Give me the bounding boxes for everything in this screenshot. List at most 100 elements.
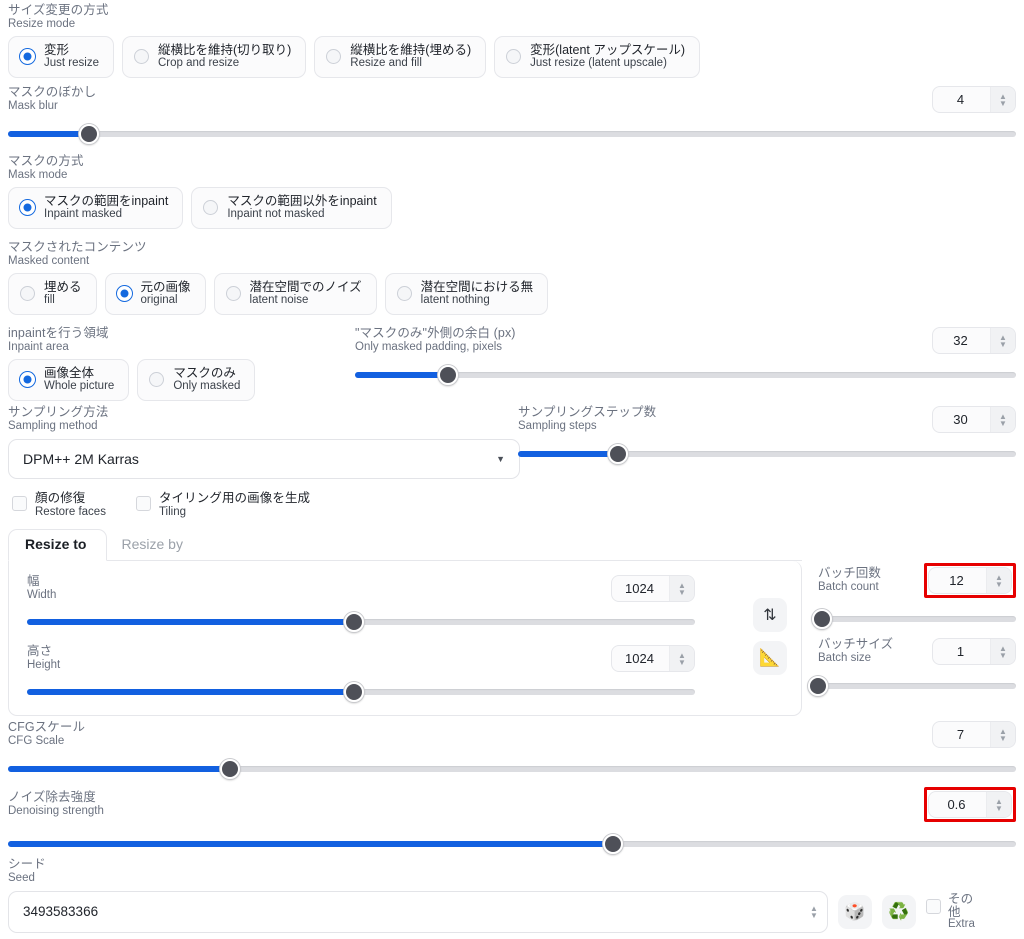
slider-fill xyxy=(8,131,89,137)
slider-thumb[interactable] xyxy=(344,682,365,702)
swap-vertical-icon: ⇅ xyxy=(763,607,777,624)
radio-icon[interactable] xyxy=(20,286,35,302)
slider-thumb[interactable] xyxy=(437,365,458,385)
radio-icon[interactable] xyxy=(506,49,522,65)
sampling-steps-number-input[interactable]: 30 ▲ ▼ xyxy=(932,406,1016,433)
batch-count-number-input[interactable]: 12 ▲ ▼ xyxy=(928,567,1012,594)
restore-faces-checkbox[interactable]: 顔の修復 Restore faces xyxy=(12,491,106,518)
mask-blur-label: マスクのぼかし Mask blur xyxy=(8,85,97,112)
slider-thumb[interactable] xyxy=(219,759,240,779)
slider-thumb[interactable] xyxy=(811,609,832,629)
chevron-down-icon[interactable]: ▼ xyxy=(496,454,505,464)
tab-resize-by[interactable]: Resize by xyxy=(107,530,204,560)
option-label-ja: 変形(latent アップスケール) xyxy=(530,42,686,57)
sampling-steps-value: 30 xyxy=(953,412,968,427)
stepper-icon[interactable]: ▲ ▼ xyxy=(990,407,1015,432)
stepper-icon[interactable]: ▲ ▼ xyxy=(986,792,1011,817)
radio-icon[interactable] xyxy=(20,200,35,216)
slider-track xyxy=(818,683,1016,689)
only-masked-padding-slider[interactable] xyxy=(355,365,1016,385)
resize-mode-option-resize-and-fill[interactable]: 縦横比を維持(埋める) Resize and fill xyxy=(314,35,487,78)
stepper-icon[interactable]: ▲ ▼ xyxy=(801,904,827,919)
batch-size-number-input[interactable]: 1 ▲ ▼ xyxy=(932,638,1016,665)
cfg-scale-number-input[interactable]: 7 ▲ ▼ xyxy=(932,721,1016,748)
radio-icon[interactable] xyxy=(203,200,219,216)
slider-thumb[interactable] xyxy=(344,612,365,632)
slider-thumb[interactable] xyxy=(808,676,828,696)
inpaint-area-option-only-masked[interactable]: マスクのみ Only masked xyxy=(137,358,256,401)
option-label-en: Just resize xyxy=(44,57,99,70)
resize-tabs: Resize to Resize by 幅 Width 1024 ▲ ▼ 高さ … xyxy=(8,528,802,716)
tiling-checkbox[interactable]: タイリング用の画像を生成 Tiling xyxy=(135,491,310,518)
masked-content-option-fill[interactable]: 埋める fill xyxy=(8,272,97,315)
slider-fill xyxy=(8,766,230,772)
swap-dimensions-button[interactable]: ⇅ xyxy=(753,598,787,632)
stepper-icon[interactable]: ▲ ▼ xyxy=(669,576,694,601)
stepper-icon[interactable]: ▲ ▼ xyxy=(990,722,1015,747)
resize-mode-group: サイズ変更の方式 Resize mode 変形 Just resize 縦横比を… xyxy=(8,3,1016,78)
aspect-ratio-button[interactable]: 📐 xyxy=(753,641,787,675)
random-seed-button[interactable]: 🎲 xyxy=(838,894,872,929)
batch-size-slider[interactable] xyxy=(808,676,1016,696)
stepper-icon[interactable]: ▲ ▼ xyxy=(986,568,1011,593)
checkbox-icon[interactable] xyxy=(926,899,941,915)
resize-mode-option-crop-and-resize[interactable]: 縦横比を維持(切り取り) Crop and resize xyxy=(121,35,307,78)
masked-content-options: 埋める fill 元の画像 original 潜在空間でのノイズ latent … xyxy=(8,272,549,315)
slider-fill xyxy=(518,451,618,457)
batch-count-slider[interactable] xyxy=(811,609,1016,629)
option-label-en: Whole picture xyxy=(44,380,115,393)
cfg-scale-slider[interactable] xyxy=(8,759,1016,779)
batch-count-label: バッチ回数 Batch count xyxy=(818,566,882,593)
width-number-input[interactable]: 1024 ▲ ▼ xyxy=(611,575,695,602)
resize-mode-option-latent-upscale[interactable]: 変形(latent アップスケール) Just resize (latent u… xyxy=(494,35,701,78)
img2img-settings-page: サイズ変更の方式 Resize mode 変形 Just resize 縦横比を… xyxy=(0,0,1024,939)
tab-resize-to[interactable]: Resize to xyxy=(8,529,108,561)
checkbox-icon[interactable] xyxy=(12,496,27,511)
option-label-en: latent noise xyxy=(249,294,309,307)
width-slider[interactable] xyxy=(27,612,695,632)
only-masked-padding-number-input[interactable]: 32 ▲ ▼ xyxy=(932,327,1016,354)
mask-mode-option-inpaint-not-masked[interactable]: マスクの範囲以外をinpaint Inpaint not masked xyxy=(191,186,392,229)
slider-thumb[interactable] xyxy=(78,124,99,144)
slider-thumb[interactable] xyxy=(607,444,628,464)
batch-size-label: バッチサイズ Batch size xyxy=(818,637,894,664)
only-masked-padding-label: "マスクのみ"外側の余白 (px) Only masked padding, p… xyxy=(355,326,516,353)
seed-input[interactable]: 3493583366 ▲ ▼ xyxy=(8,890,828,933)
stepper-icon[interactable]: ▲ ▼ xyxy=(669,646,694,671)
inpaint-area-label: inpaintを行う領域 Inpaint area xyxy=(8,326,109,353)
radio-icon[interactable] xyxy=(20,49,35,65)
masked-content-option-latent-nothing[interactable]: 潜在空間における無 latent nothing xyxy=(384,272,549,315)
denoising-strength-number-input[interactable]: 0.6 ▲ ▼ xyxy=(928,791,1012,818)
masked-content-option-original[interactable]: 元の画像 original xyxy=(104,272,206,315)
denoising-strength-value: 0.6 xyxy=(947,797,966,812)
stepper-icon[interactable]: ▲ ▼ xyxy=(990,639,1015,664)
option-label-en: Only masked xyxy=(173,380,241,393)
radio-icon[interactable] xyxy=(116,286,132,302)
stepper-icon[interactable]: ▲ ▼ xyxy=(990,87,1015,112)
radio-icon[interactable] xyxy=(225,286,241,302)
batch-count-highlight: 12 ▲ ▼ xyxy=(924,563,1016,598)
radio-icon[interactable] xyxy=(326,49,342,65)
masked-content-option-latent-noise[interactable]: 潜在空間でのノイズ latent noise xyxy=(213,272,377,315)
mask-blur-number-input[interactable]: 4 ▲ ▼ xyxy=(932,86,1016,113)
height-slider[interactable] xyxy=(27,682,695,702)
radio-icon[interactable] xyxy=(149,372,165,388)
denoising-strength-slider[interactable] xyxy=(8,834,1016,854)
reuse-seed-button[interactable]: ♻️ xyxy=(882,894,916,929)
slider-fill xyxy=(8,841,613,847)
inpaint-area-option-whole-picture[interactable]: 画像全体 Whole picture xyxy=(8,358,130,401)
radio-icon[interactable] xyxy=(20,372,35,388)
sampling-method-dropdown[interactable]: DPM++ 2M Karras ▼ xyxy=(8,438,520,479)
slider-thumb[interactable] xyxy=(602,834,623,854)
stepper-icon[interactable]: ▲ ▼ xyxy=(990,328,1015,353)
radio-icon[interactable] xyxy=(396,286,412,302)
checkbox-icon[interactable] xyxy=(135,496,151,511)
resize-mode-option-just-resize[interactable]: 変形 Just resize xyxy=(8,35,114,78)
sampling-steps-slider[interactable] xyxy=(518,444,1016,464)
mask-mode-option-inpaint-masked[interactable]: マスクの範囲をinpaint Inpaint masked xyxy=(8,186,184,229)
height-number-input[interactable]: 1024 ▲ ▼ xyxy=(611,645,695,672)
option-label-en: Inpaint not masked xyxy=(227,208,325,221)
mask-blur-slider[interactable] xyxy=(8,124,1016,144)
radio-icon[interactable] xyxy=(133,49,149,65)
extra-seed-checkbox[interactable]: その 他 Extra xyxy=(926,893,975,930)
